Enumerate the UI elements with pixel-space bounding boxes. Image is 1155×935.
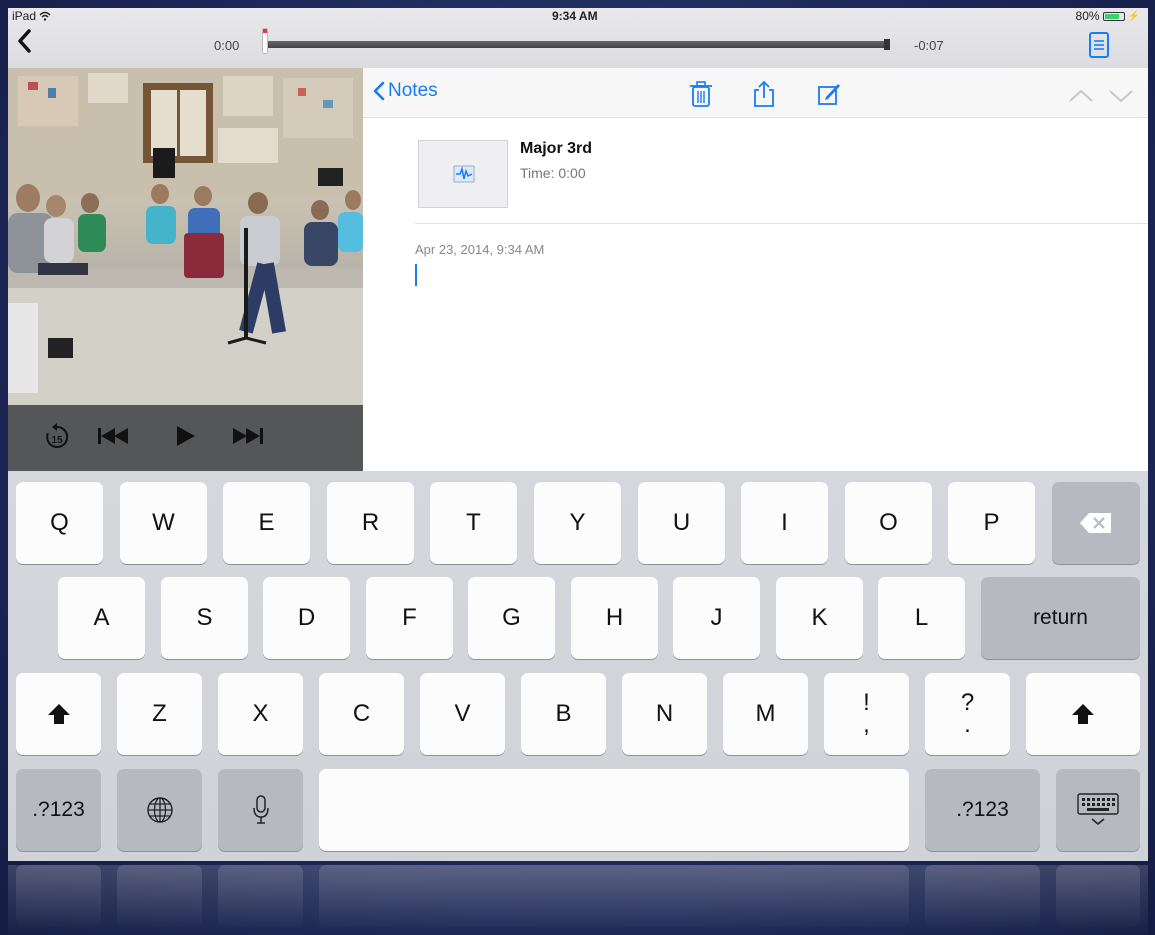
dictation-key[interactable] (218, 769, 303, 851)
key-l[interactable]: L (878, 577, 965, 659)
key-r[interactable]: R (327, 482, 414, 564)
notes-back-button[interactable]: Notes (373, 80, 438, 102)
ipad-screen: iPad 9:34 AM 80% ⚡ 0:00 -0:07 15 Notes M… (8, 8, 1148, 861)
space-bar[interactable] (319, 769, 909, 851)
note-date: Apr 23, 2014, 9:34 AM (415, 242, 545, 257)
reflection-key (16, 865, 101, 927)
key-f[interactable]: F (366, 577, 453, 659)
key-e[interactable]: E (223, 482, 310, 564)
compose-icon[interactable] (816, 80, 842, 108)
key-v[interactable]: V (420, 673, 505, 755)
classroom-video-still (8, 68, 363, 405)
battery-icon (1102, 11, 1125, 21)
key-y[interactable]: Y (534, 482, 621, 564)
top-bar: iPad 9:34 AM 80% ⚡ 0:00 -0:07 (8, 8, 1148, 68)
onscreen-keyboard: Q W E R T Y U I O P A S D F G H J K L re… (8, 471, 1148, 861)
reflection-key (925, 865, 1040, 927)
status-clock: 9:34 AM (552, 9, 598, 23)
previous-track-icon[interactable] (98, 427, 128, 445)
shift-icon (1072, 704, 1094, 724)
scrubber-end-marker (884, 39, 890, 50)
notes-back-label: Notes (388, 80, 438, 101)
reflection-key (117, 865, 202, 927)
share-icon[interactable] (751, 80, 777, 108)
audio-waveform-icon (453, 165, 475, 183)
key-z[interactable]: Z (117, 673, 202, 755)
key-h[interactable]: H (571, 577, 658, 659)
chevron-left-icon[interactable] (12, 26, 38, 56)
key-q[interactable]: Q (16, 482, 103, 564)
key-o[interactable]: O (845, 482, 932, 564)
key-period-label: . (964, 711, 971, 738)
status-carrier: iPad (12, 9, 51, 23)
attachment-time: Time: 0:00 (520, 165, 586, 181)
replay-15-icon[interactable]: 15 (44, 423, 70, 451)
attachment-title: Major 3rd (520, 140, 593, 157)
scrubber-track[interactable] (266, 41, 890, 48)
video-frame[interactable] (8, 68, 363, 405)
chevron-left-icon (373, 81, 385, 101)
scrubber-thumb[interactable] (262, 28, 268, 54)
shift-icon (47, 704, 70, 724)
chevron-up-icon[interactable] (1068, 82, 1094, 110)
remaining-time: -0:07 (914, 38, 944, 53)
numbers-key-left[interactable]: .?123 (16, 769, 101, 851)
play-icon[interactable] (176, 425, 196, 447)
key-comma-label: , (863, 711, 870, 738)
globe-key[interactable] (117, 769, 202, 851)
key-i[interactable]: I (741, 482, 828, 564)
document-icon[interactable] (1088, 30, 1110, 60)
key-w[interactable]: W (120, 482, 207, 564)
key-exclaim-comma[interactable]: ! , (824, 673, 909, 755)
key-d[interactable]: D (263, 577, 350, 659)
microphone-icon (252, 795, 269, 824)
globe-icon (146, 797, 173, 823)
divider (415, 223, 1148, 224)
video-controls-bar: 15 (8, 405, 363, 471)
delete-key[interactable] (1052, 482, 1140, 564)
key-n[interactable]: N (622, 673, 707, 755)
key-j[interactable]: J (673, 577, 760, 659)
reflection-key (1056, 865, 1140, 927)
key-b[interactable]: B (521, 673, 606, 755)
return-key[interactable]: return (981, 577, 1140, 659)
key-x[interactable]: X (218, 673, 303, 755)
charging-icon: ⚡ (1127, 10, 1140, 22)
audio-attachment-thumbnail[interactable] (418, 140, 508, 208)
key-c[interactable]: C (319, 673, 404, 755)
shift-key-left[interactable] (16, 673, 101, 755)
battery-percent: 80% (1075, 9, 1100, 23)
notes-nav-bar: Notes (363, 68, 1148, 118)
hide-keyboard-key[interactable] (1056, 769, 1140, 851)
reflection-key (218, 865, 303, 927)
key-g[interactable]: G (468, 577, 555, 659)
keyboard-dismiss-icon (1077, 793, 1119, 825)
key-t[interactable]: T (430, 482, 517, 564)
carrier-label: iPad (12, 9, 37, 23)
wifi-icon (39, 11, 51, 21)
elapsed-time: 0:00 (214, 38, 240, 53)
key-k[interactable]: K (776, 577, 863, 659)
next-track-icon[interactable] (233, 427, 263, 445)
shift-key-right[interactable] (1026, 673, 1140, 755)
key-u[interactable]: U (638, 482, 725, 564)
status-battery: 80% ⚡ (1076, 9, 1140, 23)
text-cursor[interactable] (415, 264, 417, 286)
numbers-key-right[interactable]: .?123 (925, 769, 1040, 851)
svg-text:15: 15 (51, 435, 63, 446)
key-s[interactable]: S (161, 577, 248, 659)
key-m[interactable]: M (723, 673, 808, 755)
notes-pane: Notes Major 3rd Time: 0:00 Apr 23, 2014,… (363, 68, 1148, 471)
key-a[interactable]: A (58, 577, 145, 659)
key-question-period[interactable]: ? . (925, 673, 1010, 755)
key-p[interactable]: P (948, 482, 1035, 564)
reflection-key (319, 865, 909, 927)
backspace-icon (1080, 513, 1111, 533)
chevron-down-icon[interactable] (1108, 82, 1134, 110)
trash-icon[interactable] (688, 80, 714, 108)
screen-reflection (8, 865, 1148, 935)
